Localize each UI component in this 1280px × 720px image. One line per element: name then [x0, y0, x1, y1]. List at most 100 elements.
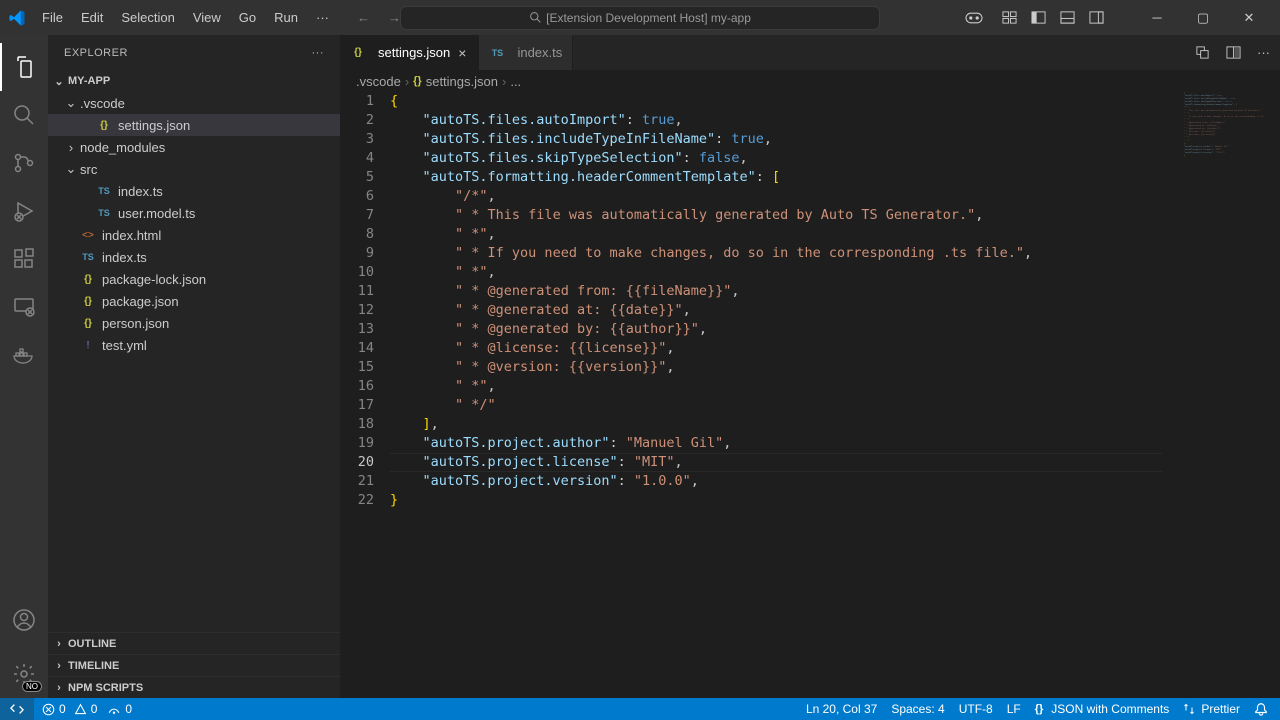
tab-label: settings.json: [378, 45, 450, 60]
status-encoding[interactable]: UTF-8: [959, 702, 993, 716]
tree-file[interactable]: {}settings.json: [48, 114, 340, 136]
tree-folder[interactable]: ⌄src: [48, 158, 340, 180]
activity-remote-explorer[interactable]: [0, 283, 48, 331]
tree-file[interactable]: {}person.json: [48, 312, 340, 334]
line-gutter: 12345678910111213141516171819202122: [340, 92, 390, 698]
activity-docker[interactable]: [0, 331, 48, 379]
activity-scm[interactable]: [0, 139, 48, 187]
menu-selection[interactable]: Selection: [113, 6, 182, 29]
tree-label: person.json: [102, 316, 169, 331]
remote-indicator[interactable]: [0, 698, 34, 720]
breadcrumb[interactable]: .vscode › {} settings.json › ...: [340, 70, 1280, 92]
sidebar-more-icon[interactable]: ···: [312, 47, 325, 59]
activity-run-debug[interactable]: [0, 187, 48, 235]
tree-label: index.html: [102, 228, 161, 243]
chevron-right-icon: ›: [52, 638, 66, 650]
window-maximize[interactable]: ▢: [1180, 0, 1226, 35]
tab-more-icon[interactable]: ···: [1257, 45, 1270, 60]
layout-panel-icon[interactable]: [1060, 10, 1075, 25]
sidebar-title: EXPLORER: [64, 47, 128, 59]
explorer-root-label: MY-APP: [68, 75, 110, 87]
breadcrumb-segment[interactable]: ...: [510, 74, 521, 89]
panel-timeline[interactable]: › TIMELINE: [48, 654, 340, 676]
activity-settings[interactable]: NO: [0, 650, 48, 698]
tree-folder[interactable]: ⌄.vscode: [48, 92, 340, 114]
tree-file[interactable]: {}package-lock.json: [48, 268, 340, 290]
layout-customize-icon[interactable]: [1002, 10, 1017, 25]
menu-run[interactable]: Run: [266, 6, 306, 29]
menu-file[interactable]: File: [34, 6, 71, 29]
panel-outline[interactable]: › OUTLINE: [48, 632, 340, 654]
menu-···[interactable]: ···: [308, 6, 337, 29]
file-tree: ⌄.vscode{}settings.json›node_modules⌄src…: [48, 92, 340, 632]
activity-extensions[interactable]: [0, 235, 48, 283]
menu-edit[interactable]: Edit: [73, 6, 111, 29]
status-errors[interactable]: 0 0: [42, 702, 97, 716]
layout-sidebar-right-icon[interactable]: [1089, 10, 1104, 25]
status-language[interactable]: {}JSON with Comments: [1035, 702, 1170, 716]
menu-go[interactable]: Go: [231, 6, 264, 29]
activity-search[interactable]: [0, 91, 48, 139]
tree-file[interactable]: TSindex.ts: [48, 246, 340, 268]
activity-account[interactable]: [0, 596, 48, 644]
tree-label: settings.json: [118, 118, 190, 133]
chevron-right-icon: ›: [405, 74, 409, 89]
breadcrumb-segment[interactable]: .vscode: [356, 74, 401, 89]
tree-file[interactable]: {}package.json: [48, 290, 340, 312]
layout-sidebar-left-icon[interactable]: [1031, 10, 1046, 25]
status-notifications-icon[interactable]: [1254, 702, 1268, 716]
tabs: {}settings.json×TSindex.ts ···: [340, 35, 1280, 70]
explorer-root[interactable]: ⌄ MY-APP: [48, 70, 340, 92]
sidebar: EXPLORER ··· ⌄ MY-APP ⌄.vscode{}settings…: [48, 35, 340, 698]
status-spaces[interactable]: Spaces: 4: [891, 702, 944, 716]
chevron-right-icon: ›: [52, 682, 66, 694]
command-center[interactable]: [Extension Development Host] my-app: [400, 6, 880, 30]
tree-label: user.model.ts: [118, 206, 195, 221]
tree-file[interactable]: TSuser.model.ts: [48, 202, 340, 224]
menu-view[interactable]: View: [185, 6, 229, 29]
minimap[interactable]: { "autoTS.files.autoImport": true, "auto…: [1184, 92, 1264, 182]
tab-index-ts[interactable]: TSindex.ts: [479, 35, 573, 70]
status-position[interactable]: Ln 20, Col 37: [806, 702, 877, 716]
search-icon: [529, 11, 542, 24]
titlebar: FileEditSelectionViewGoRun··· ← → [Exten…: [0, 0, 1280, 35]
tab-settings-json[interactable]: {}settings.json×: [340, 35, 479, 70]
copilot-icon[interactable]: [964, 10, 984, 26]
window-close[interactable]: ✕: [1226, 0, 1272, 35]
compare-changes-icon[interactable]: [1195, 45, 1210, 60]
chevron-right-icon: ›: [64, 140, 78, 155]
chevron-right-icon: ›: [52, 660, 66, 672]
tree-file[interactable]: <>index.html: [48, 224, 340, 246]
tab-label: index.ts: [517, 45, 562, 60]
panel-npm-scripts[interactable]: › NPM SCRIPTS: [48, 676, 340, 698]
chevron-down-icon: ⌄: [64, 161, 78, 177]
command-center-text: [Extension Development Host] my-app: [546, 11, 751, 25]
chevron-down-icon: ⌄: [52, 75, 66, 88]
code-editor[interactable]: 12345678910111213141516171819202122 { "a…: [340, 92, 1280, 698]
window-minimize[interactable]: ─: [1134, 0, 1180, 35]
activity-explorer[interactable]: [0, 43, 48, 91]
tree-label: .vscode: [80, 96, 125, 111]
tree-file[interactable]: !test.yml: [48, 334, 340, 356]
tree-label: package-lock.json: [102, 272, 206, 287]
chevron-down-icon: ⌄: [64, 95, 78, 111]
status-prettier[interactable]: Prettier: [1183, 702, 1240, 716]
status-ports[interactable]: 0: [107, 702, 132, 716]
tree-label: index.ts: [102, 250, 147, 265]
editor-area: {}settings.json×TSindex.ts ··· .vscode ›…: [340, 35, 1280, 698]
vscode-logo-icon: [8, 9, 26, 27]
tree-folder[interactable]: ›node_modules: [48, 136, 340, 158]
breadcrumb-segment[interactable]: settings.json: [426, 74, 498, 89]
tree-file[interactable]: TSindex.ts: [48, 180, 340, 202]
activity-bar: NO: [0, 35, 48, 698]
tree-label: test.yml: [102, 338, 147, 353]
status-eol[interactable]: LF: [1007, 702, 1021, 716]
nav-back-icon[interactable]: ←: [357, 10, 370, 25]
tree-label: package.json: [102, 294, 179, 309]
close-icon[interactable]: ×: [456, 45, 468, 61]
statusbar: 0 0 0 Ln 20, Col 37 Spaces: 4 UTF-8 LF {…: [0, 698, 1280, 720]
split-editor-icon[interactable]: [1226, 45, 1241, 60]
tree-label: node_modules: [80, 140, 165, 155]
code-content[interactable]: { "autoTS.files.autoImport": true, "auto…: [390, 92, 1280, 698]
sidebar-header: EXPLORER ···: [48, 35, 340, 70]
